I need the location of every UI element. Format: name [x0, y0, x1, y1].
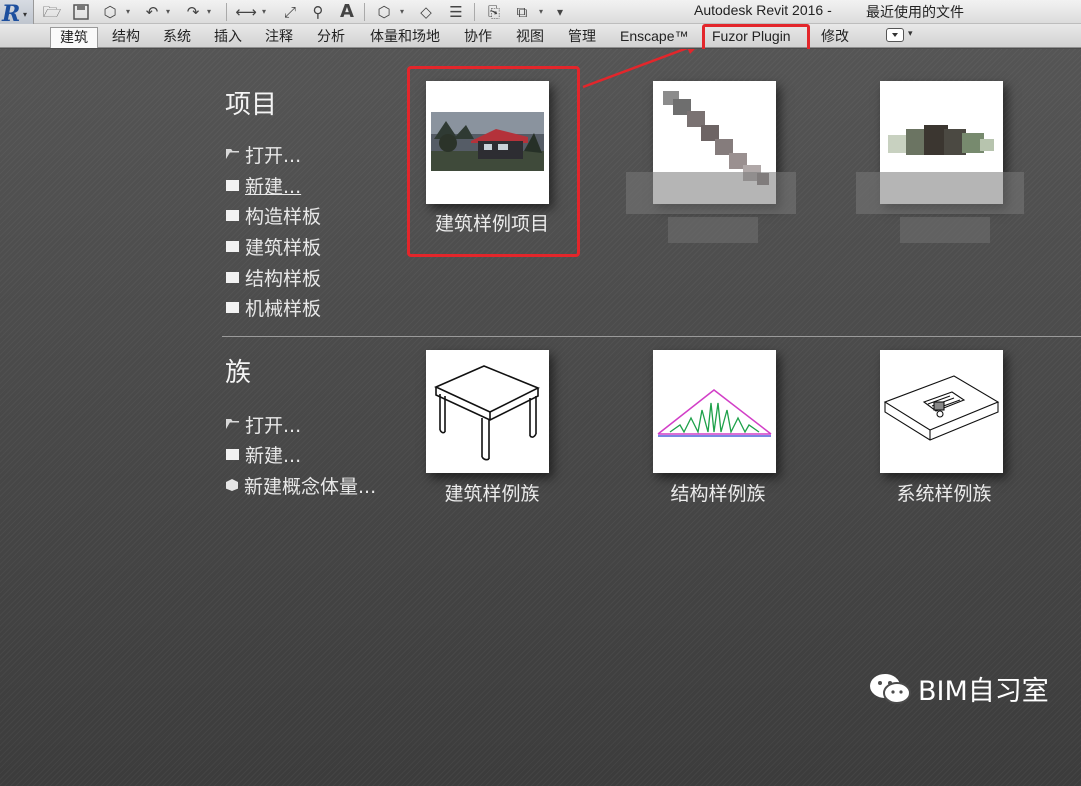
template-icon	[226, 240, 239, 252]
construction-template-link[interactable]: 构造样板	[226, 202, 321, 228]
new-document-icon	[226, 179, 239, 191]
panel-toggle-icon[interactable]	[886, 28, 904, 42]
conceptual-mass-icon	[226, 479, 238, 491]
link-label: 结构样板	[245, 267, 322, 290]
blurred-label	[900, 217, 990, 243]
recent-family-card[interactable]	[653, 350, 776, 473]
customize-icon[interactable]: ▾	[553, 1, 567, 23]
recent-family-card[interactable]	[880, 350, 1003, 473]
fixture-thumbnail	[883, 375, 1000, 441]
chevron-down-icon: ▾	[23, 10, 28, 19]
tab-massing-site[interactable]: 体量和场地	[368, 27, 442, 46]
tab-analyze[interactable]: 分析	[315, 27, 347, 46]
chevron-down-icon[interactable]: ▾	[166, 2, 170, 22]
tab-modify[interactable]: 修改	[819, 27, 851, 46]
tab-insert[interactable]: 插入	[212, 27, 244, 46]
toolbar-separator	[226, 3, 227, 21]
blurred-caption-area	[626, 172, 796, 214]
chevron-down-icon[interactable]: ▾	[126, 2, 130, 22]
link-label: 建筑样板	[245, 236, 322, 259]
recent-files-page: 项目 打开... 新建... 构造样板 建筑样板 结构样板 机械样板 建筑样例项…	[0, 49, 1081, 786]
folder-open-icon	[226, 419, 239, 429]
title-bar: R ▾ 🗁 ⬡ ▾ ↶ ▾ ↷ ▾ ⟷ ▾ ⤢ ⚲ A ⬡ ▾ ◇ ☰ ⎘ ⧉ …	[0, 0, 1081, 30]
new-document-icon	[226, 448, 239, 460]
families-title: 族	[225, 358, 252, 388]
recent-family-card[interactable]	[426, 350, 549, 473]
chevron-down-icon[interactable]: ▾	[400, 2, 404, 22]
tab-architecture[interactable]: 建筑	[50, 27, 98, 48]
toolbar-separator	[364, 3, 365, 21]
sample-project-highlight	[407, 66, 580, 257]
tab-systems[interactable]: 系统	[161, 27, 193, 46]
link-label: 新建概念体量...	[244, 475, 377, 498]
structural-template-link[interactable]: 结构样板	[226, 264, 321, 290]
tab-enscape[interactable]: Enscape™	[618, 27, 690, 46]
watermark-text: BIM自习室	[918, 676, 1049, 707]
tag-icon[interactable]: ⚲	[306, 1, 330, 23]
section-divider	[222, 336, 1081, 337]
dimension-icon[interactable]: ⤢	[278, 1, 302, 23]
thin-lines-icon[interactable]: ☰	[444, 1, 468, 23]
blurred-label	[668, 217, 758, 243]
ribbon-tab-bar: 建筑 结构 系统 插入 注释 分析 体量和场地 协作 视图 管理 Enscape…	[0, 24, 1081, 48]
recent-family-label[interactable]: 结构样例族	[628, 479, 808, 506]
mechanical-template-link[interactable]: 机械样板	[226, 294, 321, 320]
family-open-link[interactable]: 打开...	[226, 411, 301, 437]
architectural-template-link[interactable]: 建筑样板	[226, 233, 321, 259]
recent-family-label[interactable]: 建筑样例族	[402, 479, 582, 506]
open-icon[interactable]: 🗁	[41, 1, 63, 23]
text-icon[interactable]: A	[336, 1, 358, 23]
3d-view-icon[interactable]: ⬡	[372, 1, 396, 23]
table-thumbnail	[434, 365, 540, 461]
tab-collaborate[interactable]: 协作	[462, 27, 494, 46]
chevron-down-icon[interactable]: ▾	[262, 2, 266, 22]
link-label: 新建...	[245, 444, 302, 467]
window-title: Autodesk Revit 2016 -	[694, 2, 832, 18]
link-label: 打开...	[245, 144, 302, 167]
recent-family-label[interactable]: 系统样例族	[854, 479, 1034, 506]
folder-open-icon	[226, 149, 239, 159]
section-icon[interactable]: ◇	[415, 1, 437, 23]
close-hidden-icon[interactable]: ⎘	[482, 1, 506, 23]
window-subtitle: 最近使用的文件	[866, 5, 964, 21]
blurred-caption-area	[856, 172, 1024, 214]
chevron-down-icon[interactable]: ▾	[207, 2, 211, 22]
link-label: 打开...	[245, 414, 302, 437]
sync-icon[interactable]: ⬡	[98, 1, 122, 23]
watermark: BIM自习室	[868, 669, 1049, 708]
link-label: 机械样板	[245, 297, 322, 320]
switch-windows-icon[interactable]: ⧉	[510, 1, 534, 23]
link-label: 新建...	[245, 175, 302, 198]
measure-icon[interactable]: ⟷	[234, 1, 258, 23]
wechat-icon	[870, 673, 911, 704]
truss-thumbnail	[657, 389, 772, 437]
projects-title: 项目	[225, 90, 278, 120]
project-new-link[interactable]: 新建...	[226, 172, 301, 198]
link-label: 构造样板	[245, 205, 322, 228]
new-conceptual-mass-link[interactable]: 新建概念体量...	[226, 472, 376, 498]
toolbar-separator	[474, 3, 475, 21]
family-new-link[interactable]: 新建...	[226, 441, 301, 467]
save-icon[interactable]	[70, 1, 92, 23]
tab-structure[interactable]: 结构	[110, 27, 142, 46]
tab-view[interactable]: 视图	[514, 27, 546, 46]
chevron-down-icon[interactable]: ▾	[908, 29, 913, 39]
redo-icon[interactable]: ↷	[182, 1, 204, 23]
template-icon	[226, 301, 239, 313]
undo-icon[interactable]: ↶	[141, 1, 163, 23]
tab-annotate[interactable]: 注释	[263, 27, 295, 46]
template-icon	[226, 271, 239, 283]
project-open-link[interactable]: 打开...	[226, 141, 301, 167]
tab-manage[interactable]: 管理	[566, 27, 598, 46]
chevron-down-icon[interactable]: ▾	[539, 2, 543, 22]
template-icon	[226, 209, 239, 221]
